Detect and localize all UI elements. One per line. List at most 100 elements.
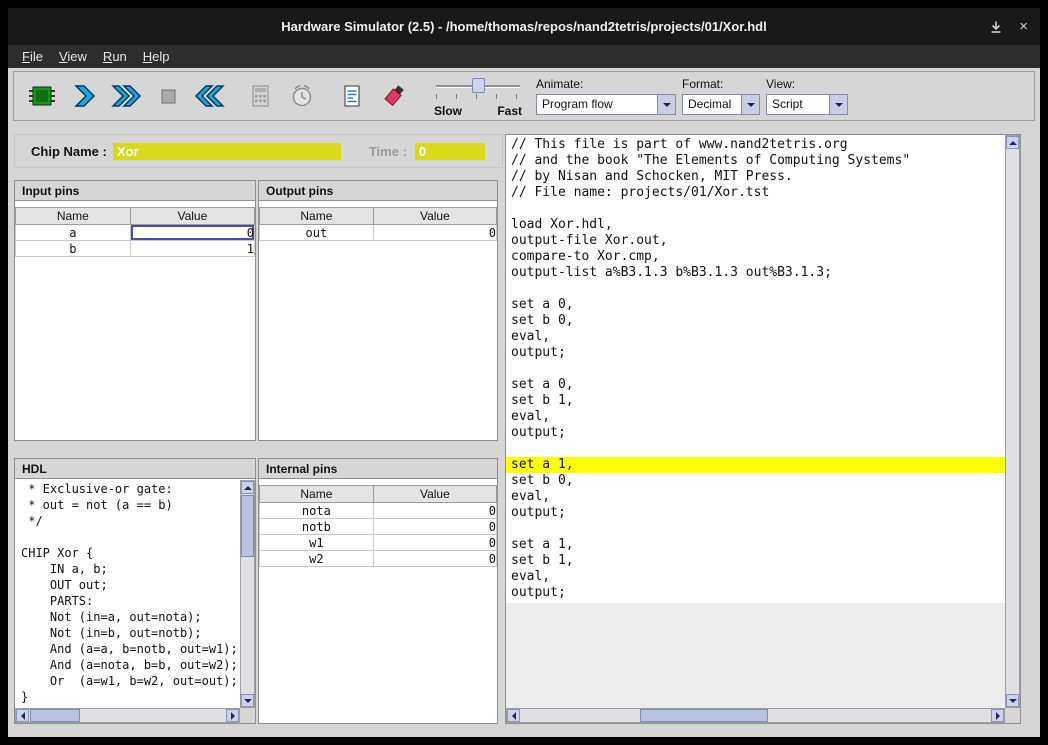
hdl-hscrollbar[interactable] xyxy=(15,708,240,723)
chip-name-field[interactable]: Xor xyxy=(113,143,341,160)
script-line: compare-to Xor.cmp, xyxy=(506,249,1005,265)
slider-slow-label: Slow xyxy=(434,104,462,118)
pin-row: notb 0 xyxy=(260,519,497,535)
hdl-code: * Exclusive-or gate: * out = not (a == b… xyxy=(15,480,240,708)
script-line: set b 0, xyxy=(506,473,1005,489)
internal-pins-panel: Internal pins Name Value nota 0 not xyxy=(258,458,498,724)
view-select[interactable]: Script xyxy=(766,94,848,115)
script-line: set a 1, xyxy=(506,457,1005,473)
menu-file[interactable]: File xyxy=(14,47,51,66)
menu-help[interactable]: Help xyxy=(135,47,178,66)
animate-label: Animate: xyxy=(536,77,676,91)
script-line: output; xyxy=(506,345,1005,361)
window-title: Hardware Simulator (2.5) - /home/thomas/… xyxy=(8,8,1040,45)
script-hscrollbar[interactable] xyxy=(506,708,1005,723)
hdl-line: CHIP Xor { xyxy=(15,546,240,562)
pin-value-a[interactable]: 0 xyxy=(130,225,254,241)
scroll-up-button[interactable] xyxy=(241,481,254,494)
chevron-down-icon[interactable] xyxy=(829,95,847,114)
pin-value-w1: 0 xyxy=(373,535,496,551)
stop-icon xyxy=(153,83,183,109)
column-header-name: Name xyxy=(260,486,374,503)
step-forward-icon xyxy=(69,83,99,109)
hdl-line: Not (in=b, out=notb); xyxy=(15,626,240,642)
hdl-vscrollbar[interactable] xyxy=(240,480,255,708)
input-pins-table: Name Value a 0 b 1 xyxy=(15,207,255,257)
script-line: eval, xyxy=(506,569,1005,585)
eraser-icon xyxy=(379,83,409,109)
chevron-down-icon[interactable] xyxy=(741,95,759,114)
slider-ticks xyxy=(436,94,520,99)
script-line xyxy=(506,521,1005,537)
scrollbar-corner xyxy=(1005,708,1020,723)
script-line xyxy=(506,281,1005,297)
column-header-value: Value xyxy=(130,208,254,225)
scroll-thumb[interactable] xyxy=(241,495,254,557)
pin-name-a: a xyxy=(16,225,131,241)
script-line: eval, xyxy=(506,329,1005,345)
hdl-title: HDL xyxy=(15,459,255,479)
scroll-down-button[interactable] xyxy=(241,694,254,707)
pin-name-notb: notb xyxy=(260,519,374,535)
input-pins-title: Input pins xyxy=(15,181,255,201)
menu-view[interactable]: View xyxy=(51,47,95,66)
load-chip-button[interactable] xyxy=(22,76,62,116)
script-line: output; xyxy=(506,585,1005,601)
script-line xyxy=(506,201,1005,217)
hdl-panel: HDL * Exclusive-or gate: * out = not (a … xyxy=(14,458,256,724)
reset-button[interactable] xyxy=(190,76,230,116)
format-label: Format: xyxy=(682,77,760,91)
hdl-line: OUT out; xyxy=(15,578,240,594)
column-header-name: Name xyxy=(16,208,131,225)
hdl-line: PARTS: xyxy=(15,594,240,610)
scroll-up-button[interactable] xyxy=(1006,136,1019,149)
menubar: File View Run Help xyxy=(8,45,1040,68)
script-line: output; xyxy=(506,505,1005,521)
single-step-button[interactable] xyxy=(64,76,104,116)
script-line: set a 0, xyxy=(506,377,1005,393)
app-window: Hardware Simulator (2.5) - /home/thomas/… xyxy=(8,8,1040,737)
view-script-button[interactable] xyxy=(332,76,372,116)
column-header-value: Value xyxy=(373,486,496,503)
clock-button[interactable] xyxy=(282,76,322,116)
pin-name-b: b xyxy=(16,241,131,257)
slider-thumb[interactable] xyxy=(472,78,485,93)
run-button[interactable] xyxy=(106,76,146,116)
scroll-right-button[interactable] xyxy=(226,709,239,722)
pin-name-nota: nota xyxy=(260,503,374,519)
calculator-button[interactable] xyxy=(240,76,280,116)
scroll-right-button[interactable] xyxy=(991,709,1004,722)
script-code: // This file is part of www.nand2tetris.… xyxy=(506,135,1005,603)
chevron-down-icon[interactable] xyxy=(657,95,675,114)
script-vscrollbar[interactable] xyxy=(1005,135,1020,708)
animate-select[interactable]: Program flow xyxy=(536,94,676,115)
output-pins-title: Output pins xyxy=(259,181,497,201)
rewind-icon xyxy=(194,83,226,109)
format-group: Format: Decimal xyxy=(682,77,760,115)
close-button[interactable]: × xyxy=(1019,19,1028,34)
script-line: // File name: projects/01/Xor.tst xyxy=(506,185,1005,201)
script-line: // and the book "The Elements of Computi… xyxy=(506,153,1005,169)
script-line xyxy=(506,441,1005,457)
scroll-thumb[interactable] xyxy=(640,709,768,722)
chip-name-label: Chip Name : xyxy=(31,144,107,159)
scroll-left-button[interactable] xyxy=(507,709,520,722)
clock-icon xyxy=(287,83,317,109)
slider-labels: Slow Fast xyxy=(434,104,522,118)
animate-value: Program flow xyxy=(537,95,657,114)
script-line: eval, xyxy=(506,409,1005,425)
scroll-down-button[interactable] xyxy=(1006,694,1019,707)
format-select[interactable]: Decimal xyxy=(682,94,760,115)
pin-value-b[interactable]: 1 xyxy=(130,241,254,257)
scroll-left-button[interactable] xyxy=(16,709,29,722)
hdl-body: * Exclusive-or gate: * out = not (a == b… xyxy=(15,480,255,723)
menu-run[interactable]: Run xyxy=(95,47,135,66)
script-line xyxy=(506,361,1005,377)
scroll-thumb[interactable] xyxy=(30,709,80,722)
slider-fast-label: Fast xyxy=(497,104,522,118)
minimize-button[interactable] xyxy=(989,20,1003,34)
hdl-line: Not (in=a, out=nota); xyxy=(15,610,240,626)
stop-button[interactable] xyxy=(148,76,188,116)
calculator-icon xyxy=(245,83,275,109)
clear-button[interactable] xyxy=(374,76,414,116)
